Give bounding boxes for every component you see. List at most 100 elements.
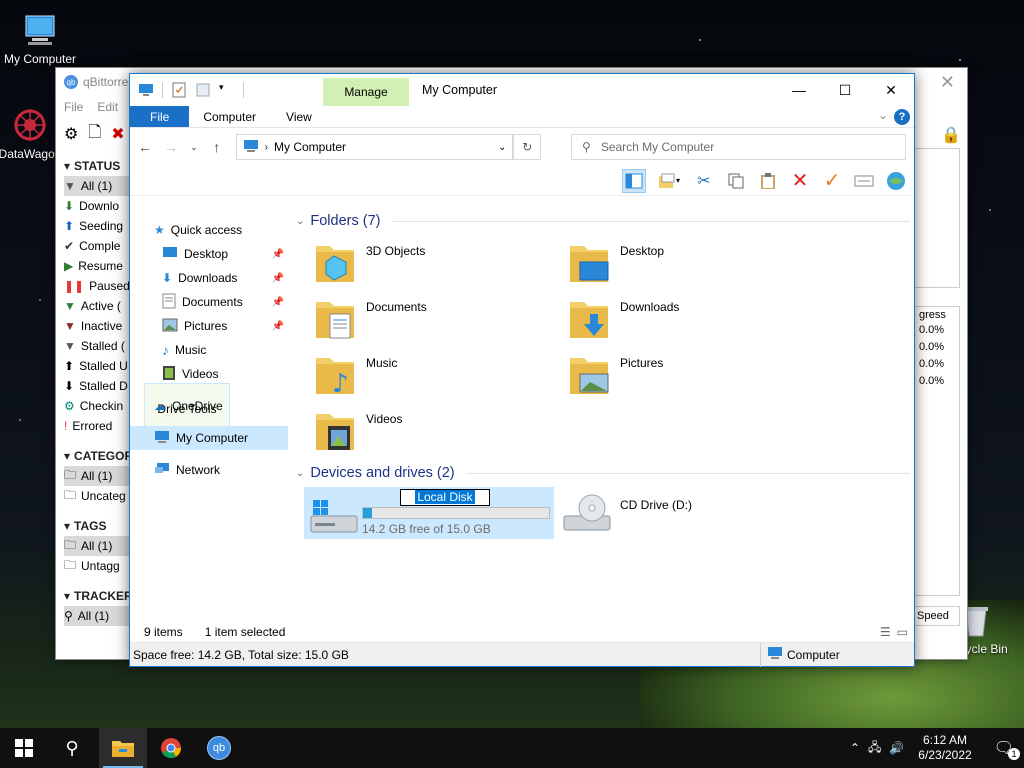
tab-computer[interactable]: Computer: [189, 106, 272, 127]
close-icon[interactable]: ✕: [868, 74, 914, 106]
devices-group-header[interactable]: ⌄ Devices and drives (2): [296, 462, 910, 484]
expand-ribbon-icon[interactable]: ⌄: [878, 108, 888, 122]
clock[interactable]: 6:12 AM 6/23/2022: [918, 733, 971, 763]
tab-view[interactable]: View: [272, 106, 328, 127]
status-filter-item[interactable]: ⬇ Downlo: [64, 196, 134, 216]
desktop-icon-my-computer[interactable]: My Computer: [0, 10, 80, 66]
qbittorrent-section-trackers[interactable]: ▾ TRACKER: [64, 586, 134, 606]
category-filter-item[interactable]: 🗀 Uncateg: [64, 486, 134, 506]
new-folder-icon[interactable]: [195, 82, 211, 98]
status-filter-item[interactable]: ⚙ Checkin: [64, 396, 134, 416]
tag-filter-item[interactable]: 🗀 All (1): [64, 536, 134, 556]
minimize-icon[interactable]: —: [776, 74, 822, 106]
nav-item-my-computer[interactable]: My Computer: [130, 426, 288, 450]
speed-tab[interactable]: Speed: [914, 606, 960, 626]
qbittorrent-section-tags[interactable]: ▾ TAGS: [64, 516, 134, 536]
preview-pane-icon[interactable]: [622, 168, 646, 193]
copy-icon[interactable]: [724, 169, 748, 193]
nav-item-desktop[interactable]: Desktop 📌: [130, 242, 288, 266]
nav-item-music[interactable]: ♪ Music: [130, 338, 288, 362]
file-explorer-window[interactable]: ▾ Manage My Computer — ☐ ✕ File Computer…: [129, 73, 915, 667]
category-filter-item[interactable]: 🗀 All (1): [64, 466, 134, 486]
address-bar[interactable]: › My Computer ⌄: [235, 134, 514, 160]
volume-icon[interactable]: 🔊: [889, 741, 904, 755]
qbittorrent-close-icon[interactable]: ✕: [940, 72, 955, 93]
drive-local-disk[interactable]: Local Disk 14.2 GB free of 15.0 GB: [304, 487, 554, 539]
pin-icon[interactable]: 📌: [272, 297, 284, 308]
search-button[interactable]: ⚲: [48, 728, 96, 768]
tag-filter-item[interactable]: 🗀 Untagg: [64, 556, 134, 576]
folder-music[interactable]: ♪ Music: [314, 350, 564, 404]
nav-item-documents[interactable]: Documents 📌: [130, 290, 288, 314]
address-text[interactable]: My Computer: [274, 140, 492, 154]
breadcrumb-separator-icon[interactable]: ›: [265, 142, 268, 153]
taskbar-qbittorrent[interactable]: qb: [195, 728, 243, 768]
action-center-icon[interactable]: 🗨 1: [994, 738, 1020, 760]
status-filter-item[interactable]: ▼ All (1): [64, 176, 134, 196]
large-icons-view-icon[interactable]: ▭: [897, 625, 908, 639]
nav-item-videos[interactable]: Videos: [130, 362, 288, 386]
properties-icon[interactable]: [852, 169, 876, 193]
up-arrow-icon[interactable]: ↑: [210, 139, 224, 155]
status-filter-item[interactable]: ✔ Comple: [64, 236, 134, 256]
status-filter-item[interactable]: ▼ Inactive: [64, 316, 134, 336]
forward-arrow-icon[interactable]: →: [164, 139, 178, 155]
pin-icon[interactable]: 📌: [272, 273, 284, 284]
nav-item-quick-access[interactable]: ★ Quick access: [130, 218, 288, 242]
add-link-icon[interactable]: ⚙: [64, 124, 78, 144]
nav-item-pictures[interactable]: Pictures 📌: [130, 314, 288, 338]
nav-item-network[interactable]: Network: [130, 458, 288, 482]
search-input[interactable]: ⚲ Search My Computer: [571, 134, 906, 160]
properties-icon[interactable]: [171, 82, 187, 98]
recent-locations-icon[interactable]: ⌄: [190, 142, 198, 153]
rename-input[interactable]: Local Disk: [400, 489, 490, 506]
folder-videos[interactable]: Videos: [314, 406, 564, 460]
pin-icon[interactable]: 📌: [272, 249, 284, 260]
nav-item-downloads[interactable]: ⬇ Downloads 📌: [130, 266, 288, 290]
taskbar-file-explorer[interactable]: [99, 728, 147, 768]
add-file-icon[interactable]: 🗋: [88, 121, 101, 148]
maximize-icon[interactable]: ☐: [822, 74, 868, 106]
customize-qat-icon[interactable]: ▾: [219, 82, 235, 98]
address-dropdown-icon[interactable]: ⌄: [498, 142, 506, 153]
lock-icon[interactable]: 🔒: [941, 125, 961, 145]
status-filter-item[interactable]: ⬆ Stalled U: [64, 356, 134, 376]
tab-file[interactable]: File: [130, 106, 190, 127]
details-view-icon[interactable]: ☰: [880, 625, 891, 639]
manage-tab[interactable]: Manage: [323, 78, 409, 106]
folder-documents[interactable]: Documents: [314, 294, 564, 348]
folder-downloads[interactable]: Downloads: [568, 294, 818, 348]
folder-desktop[interactable]: Desktop: [568, 238, 818, 292]
delete-icon[interactable]: ✕: [788, 169, 812, 193]
folders-group-header[interactable]: ⌄ Folders (7): [296, 210, 910, 232]
start-button[interactable]: [0, 728, 48, 768]
status-filter-item[interactable]: ▼ Stalled (: [64, 336, 134, 356]
network-status-icon[interactable]: 🖧: [868, 738, 881, 759]
folder-3d-objects[interactable]: 3D Objects: [314, 238, 564, 292]
status-filter-item[interactable]: ❚❚ Paused: [64, 276, 134, 296]
nav-item-onedrive[interactable]: ☁ OneDrive: [130, 394, 288, 418]
qbittorrent-menu-edit[interactable]: Edit: [97, 100, 118, 114]
help-icon[interactable]: ?: [894, 109, 910, 125]
taskbar-chrome[interactable]: [147, 728, 195, 768]
qbittorrent-section-categories[interactable]: ▾ CATEGOR: [64, 446, 134, 466]
back-arrow-icon[interactable]: ←: [138, 139, 152, 155]
qbittorrent-section-status[interactable]: ▾ STATUS: [64, 156, 134, 176]
progress-header[interactable]: gress: [915, 307, 959, 324]
remove-icon[interactable]: ✖: [111, 124, 124, 144]
status-filter-item[interactable]: ▼ Active (: [64, 296, 134, 316]
drive-cd[interactable]: CD Drive (D:): [562, 492, 812, 546]
folder-pictures[interactable]: Pictures: [568, 350, 818, 404]
refresh-icon[interactable]: ↻: [513, 134, 542, 160]
rename-check-icon[interactable]: ✓: [820, 169, 844, 193]
new-item-icon[interactable]: ▾: [654, 169, 684, 193]
pin-icon[interactable]: 📌: [272, 321, 284, 332]
show-hidden-icons-icon[interactable]: ⌃: [850, 741, 860, 755]
paste-icon[interactable]: [756, 169, 780, 193]
status-filter-item[interactable]: ! Errored: [64, 416, 134, 436]
cut-icon[interactable]: ✂: [692, 169, 716, 193]
qbittorrent-menu-file[interactable]: File: [64, 100, 83, 114]
tracker-filter-item[interactable]: ⚲ All (1): [64, 606, 134, 626]
status-filter-item[interactable]: ▶ Resume: [64, 256, 134, 276]
status-filter-item[interactable]: ⬆ Seeding: [64, 216, 134, 236]
